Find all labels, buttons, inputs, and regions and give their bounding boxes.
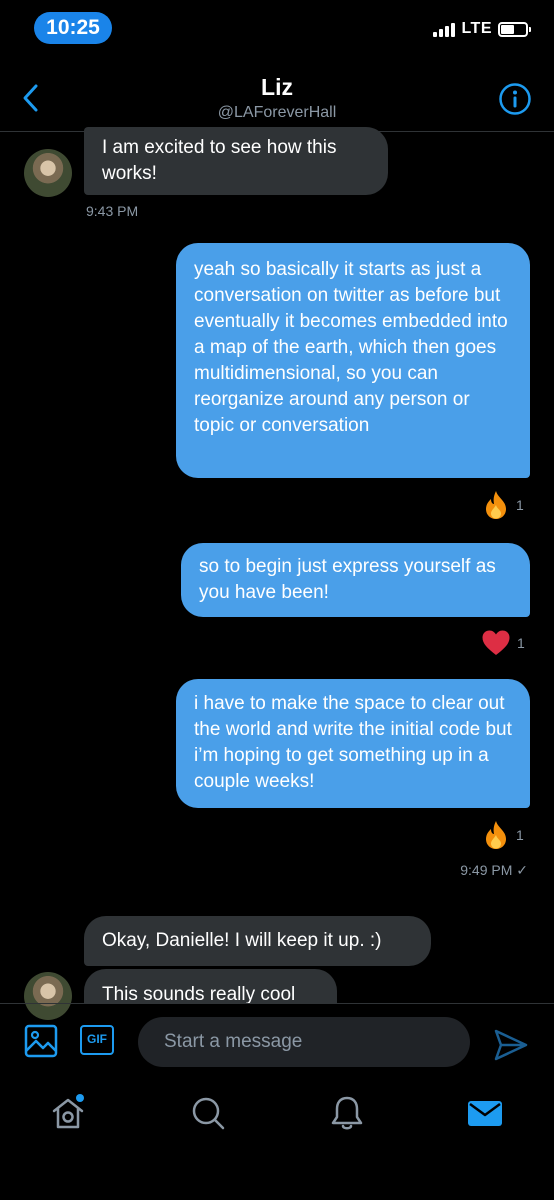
message-bubble-outgoing[interactable]: yeah so basically it starts as just a co… bbox=[176, 243, 530, 478]
reaction-count: 1 bbox=[517, 635, 525, 651]
message-bubble-outgoing[interactable]: i have to make the space to clear out th… bbox=[176, 679, 530, 808]
status-time: 10:25 bbox=[34, 12, 112, 44]
avatar[interactable] bbox=[24, 149, 72, 197]
fire-icon bbox=[486, 821, 506, 849]
tab-home[interactable] bbox=[48, 1093, 88, 1133]
message-input[interactable] bbox=[138, 1017, 470, 1067]
search-icon bbox=[192, 1097, 225, 1130]
fire-icon bbox=[486, 491, 506, 519]
gif-button[interactable]: GIF bbox=[80, 1025, 114, 1055]
message-bubble-incoming[interactable]: This sounds really cool bbox=[84, 969, 337, 1003]
message-reaction[interactable]: 1 bbox=[482, 820, 524, 850]
battery-icon bbox=[498, 21, 531, 37]
bell-icon bbox=[331, 1096, 363, 1130]
message-bubble-incoming[interactable]: I am excited to see how this works! bbox=[84, 127, 388, 195]
home-icon bbox=[52, 1094, 84, 1129]
contact-handle: @LAForeverHall bbox=[217, 104, 337, 121]
tab-messages[interactable] bbox=[465, 1093, 505, 1133]
message-reaction[interactable]: 1 bbox=[481, 629, 525, 657]
message-composer: GIF bbox=[0, 1003, 554, 1079]
network-type: LTE bbox=[461, 20, 492, 37]
info-icon bbox=[499, 83, 531, 115]
reaction-count: 1 bbox=[516, 497, 524, 513]
tab-notifications[interactable] bbox=[327, 1093, 367, 1133]
notification-dot bbox=[76, 1094, 84, 1102]
add-photo-button[interactable] bbox=[24, 1024, 58, 1058]
tab-search[interactable] bbox=[188, 1093, 228, 1133]
mail-icon bbox=[468, 1101, 502, 1126]
image-icon bbox=[24, 1024, 58, 1058]
message-reaction[interactable]: 1 bbox=[482, 490, 524, 520]
conversation-info-button[interactable] bbox=[498, 82, 532, 116]
send-icon bbox=[494, 1029, 528, 1061]
message-bubble-incoming[interactable]: Okay, Danielle! I will keep it up. :) bbox=[84, 916, 431, 966]
reaction-count: 1 bbox=[516, 827, 524, 843]
cellular-signal-icon bbox=[433, 21, 456, 37]
conversation-header: Liz @LAForeverHall bbox=[0, 70, 554, 132]
message-bubble-outgoing[interactable]: so to begin just express yourself as you… bbox=[181, 543, 530, 617]
bottom-tab-bar bbox=[0, 1079, 554, 1200]
heart-icon bbox=[482, 630, 510, 655]
contact-name: Liz bbox=[261, 74, 293, 100]
send-button[interactable] bbox=[494, 1029, 528, 1061]
message-timestamp: 9:49 PM ✓ bbox=[460, 862, 528, 878]
message-timestamp: 9:43 PM bbox=[86, 203, 139, 219]
status-indicators: LTE bbox=[433, 20, 531, 38]
